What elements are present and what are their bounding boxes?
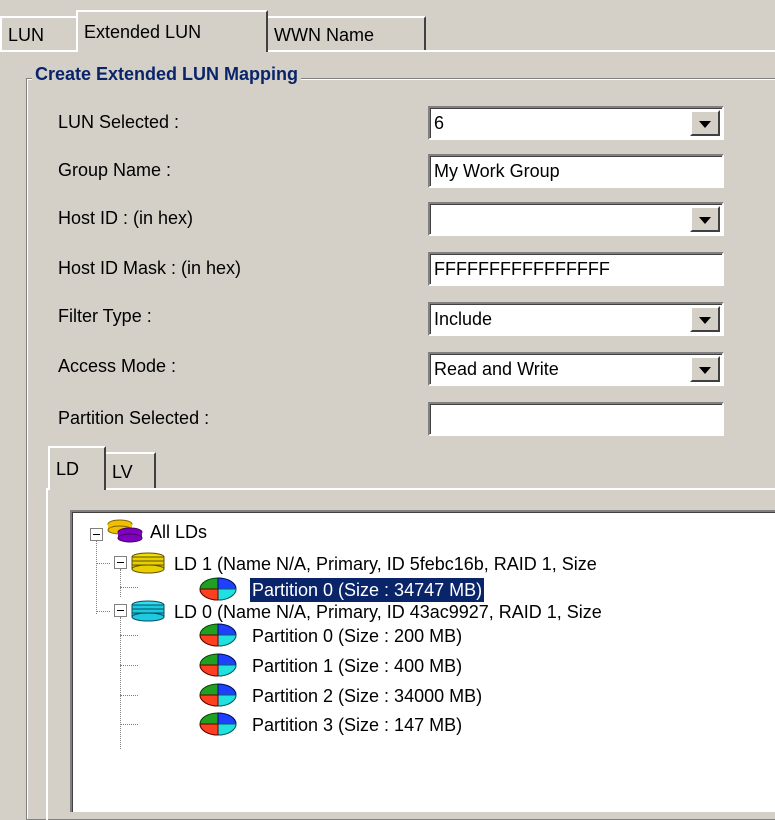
database-stack-icon [107, 519, 143, 543]
tree-connector [120, 617, 121, 749]
tree-node-ld0-partition3[interactable]: Partition 3 (Size : 147 MB) [252, 713, 462, 737]
tree-node-ld0-partition2[interactable]: Partition 2 (Size : 34000 MB) [252, 684, 482, 708]
collapse-all-lds-button[interactable] [90, 528, 103, 541]
lun-selected-label: LUN Selected : [58, 112, 180, 132]
access-mode-label: Access Mode : [58, 356, 177, 376]
chevron-down-icon[interactable] [690, 356, 720, 382]
access-mode-dropdown[interactable]: Read and Write [428, 352, 724, 386]
tree-connector [96, 563, 110, 564]
chevron-down-icon[interactable] [690, 206, 720, 232]
partition-pie-icon [199, 653, 237, 677]
tree-node-ld0-partition1[interactable]: Partition 1 (Size : 400 MB) [252, 654, 462, 678]
chevron-down-icon[interactable] [690, 306, 720, 332]
tab-ld-label: LD [56, 459, 80, 479]
chevron-down-icon[interactable] [690, 110, 720, 136]
tab-extended-lun-label: Extended LUN [84, 22, 202, 42]
collapse-ld0-button[interactable] [114, 604, 127, 617]
tree-node-all-lds[interactable]: All LDs [150, 520, 207, 544]
tree-connector [120, 695, 138, 696]
partition-pie-icon [199, 623, 237, 647]
partition-selected-label: Partition Selected : [58, 408, 210, 428]
tree-connector [120, 665, 138, 666]
ld-tree[interactable]: All LDs LD 1 (Name N/A, Primary, ID 5feb… [70, 510, 775, 812]
tab-extended-lun[interactable]: Extended LUN [76, 10, 268, 52]
tree-node-ld1[interactable]: LD 1 (Name N/A, Primary, ID 5febc16b, RA… [174, 552, 597, 576]
tab-lv[interactable]: LV [104, 452, 156, 488]
tree-connector [96, 534, 97, 614]
tree-connector [120, 635, 138, 636]
filter-type-dropdown[interactable]: Include [428, 302, 724, 336]
group-name-input[interactable]: My Work Group [428, 154, 724, 188]
tree-connector [120, 569, 121, 597]
partition-pie-icon [199, 683, 237, 707]
tree-node-ld0-partition0[interactable]: Partition 0 (Size : 200 MB) [252, 624, 462, 648]
host-id-mask-input[interactable]: FFFFFFFFFFFFFFFF [428, 252, 724, 286]
tab-lv-label: LV [112, 462, 133, 482]
tab-wwn-name[interactable]: WWN Name [266, 16, 426, 50]
lun-selected-dropdown[interactable]: 6 [428, 106, 724, 140]
access-mode-value: Read and Write [434, 359, 559, 379]
group-name-label: Group Name : [58, 160, 172, 180]
tab-lun[interactable]: LUN [0, 16, 78, 50]
tree-connector [96, 611, 110, 612]
host-id-label: Host ID : (in hex) [58, 208, 194, 228]
filter-type-value: Include [434, 309, 493, 329]
group-title: Create Extended LUN Mapping [32, 64, 302, 85]
partition-pie-icon [199, 577, 237, 601]
filter-type-label: Filter Type : [58, 306, 152, 326]
tree-node-ld1-partition0[interactable]: Partition 0 (Size : 34747 MB) [248, 577, 486, 603]
group-name-value: My Work Group [434, 161, 560, 181]
partition-pie-icon [199, 712, 237, 736]
cyan-disk-stack-icon [131, 600, 165, 622]
tree-node-ld0[interactable]: LD 0 (Name N/A, Primary, ID 43ac9927, RA… [174, 600, 602, 624]
host-id-mask-value: FFFFFFFFFFFFFFFF [434, 259, 610, 279]
host-id-dropdown[interactable] [428, 202, 724, 236]
tab-wwn-name-label: WWN Name [274, 25, 374, 45]
tab-lun-label: LUN [8, 25, 45, 45]
yellow-disk-stack-icon [131, 552, 165, 574]
collapse-ld1-button[interactable] [114, 556, 127, 569]
lun-selected-value: 6 [434, 113, 445, 133]
partition-selected-input[interactable] [428, 402, 724, 436]
tree-connector [120, 587, 138, 588]
tab-ld[interactable]: LD [48, 446, 106, 490]
tree-connector [120, 724, 138, 725]
host-id-mask-label: Host ID Mask : (in hex) [58, 258, 242, 278]
